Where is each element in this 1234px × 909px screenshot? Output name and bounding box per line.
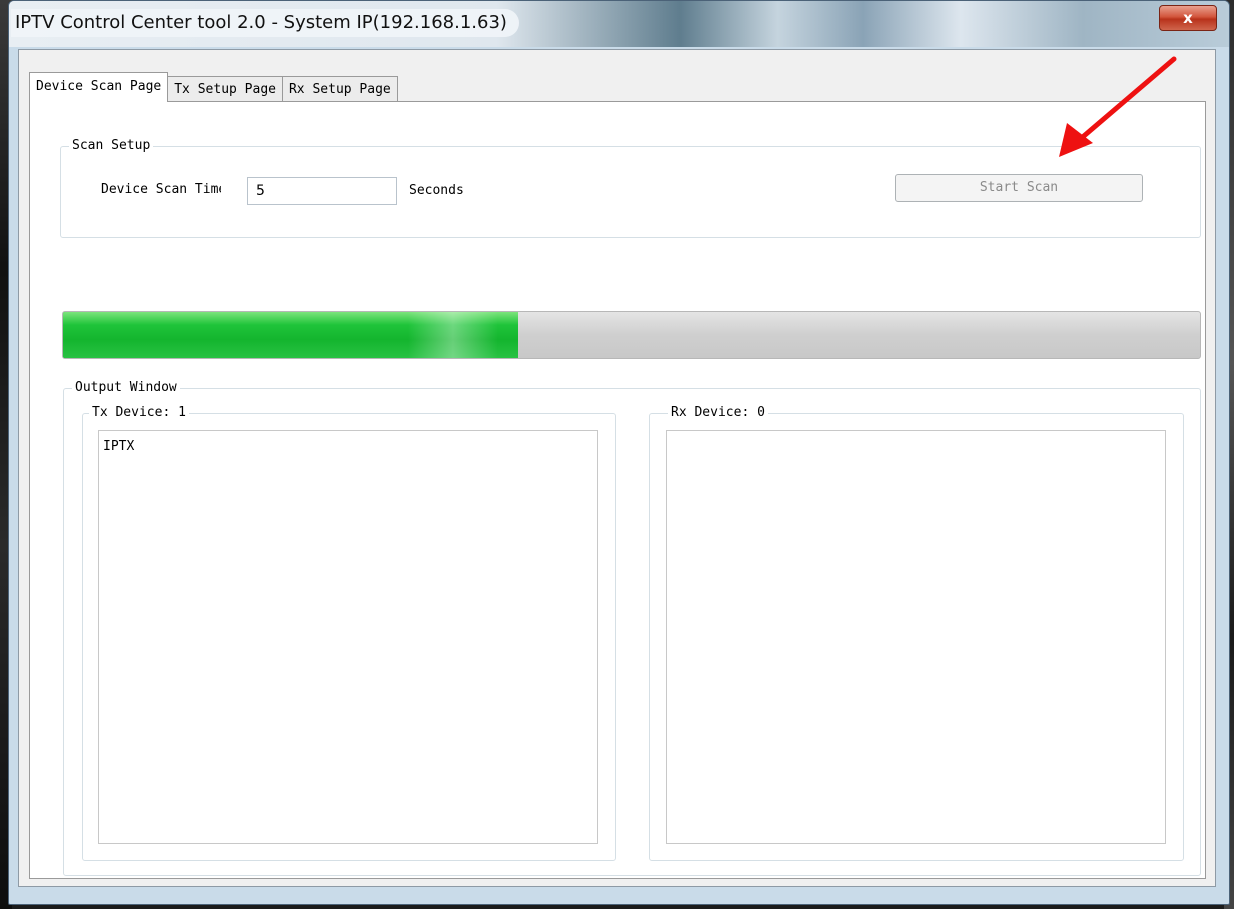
scan-setup-label: Scan Setup — [69, 138, 154, 154]
window-title: IPTV Control Center tool 2.0 - System IP… — [11, 9, 519, 37]
scan-progress-fill — [63, 312, 518, 358]
output-window-label: Output Window — [72, 380, 180, 396]
scan-time-label: Device Scan Time: — [101, 182, 221, 197]
client-area: Device Scan Page Tx Setup Page Rx Setup … — [18, 49, 1216, 887]
output-window-group: Output Window Tx Device: 1 IPTX Rx Devic… — [63, 380, 1201, 876]
rx-device-list[interactable] — [666, 430, 1166, 844]
rx-device-group: Rx Device: 0 — [649, 405, 1184, 861]
title-bar[interactable]: IPTV Control Center tool 2.0 - System IP… — [9, 1, 1229, 47]
tx-device-list-item[interactable]: IPTX — [103, 439, 593, 455]
close-button[interactable]: x — [1159, 5, 1217, 31]
scan-time-input[interactable] — [247, 177, 397, 205]
seconds-unit-label: Seconds — [409, 183, 464, 198]
tab-device-scan[interactable]: Device Scan Page — [29, 72, 169, 102]
app-window: IPTV Control Center tool 2.0 - System IP… — [8, 0, 1230, 905]
tx-device-label: Tx Device: 1 — [89, 405, 189, 421]
tx-device-list[interactable]: IPTX — [98, 430, 598, 844]
scan-setup-group: Scan Setup Device Scan Time: Seconds Sta… — [60, 138, 1201, 238]
tab-rx-setup[interactable]: Rx Setup Page — [281, 76, 398, 102]
tab-strip: Device Scan Page Tx Setup Page Rx Setup … — [29, 72, 398, 102]
device-scan-panel: Scan Setup Device Scan Time: Seconds Sta… — [29, 101, 1206, 879]
rx-device-label: Rx Device: 0 — [668, 405, 768, 421]
tab-tx-setup[interactable]: Tx Setup Page — [167, 76, 283, 102]
start-scan-button[interactable]: Start Scan — [895, 174, 1143, 202]
scan-progress-bar — [62, 311, 1201, 359]
tx-device-group: Tx Device: 1 IPTX — [82, 405, 616, 861]
